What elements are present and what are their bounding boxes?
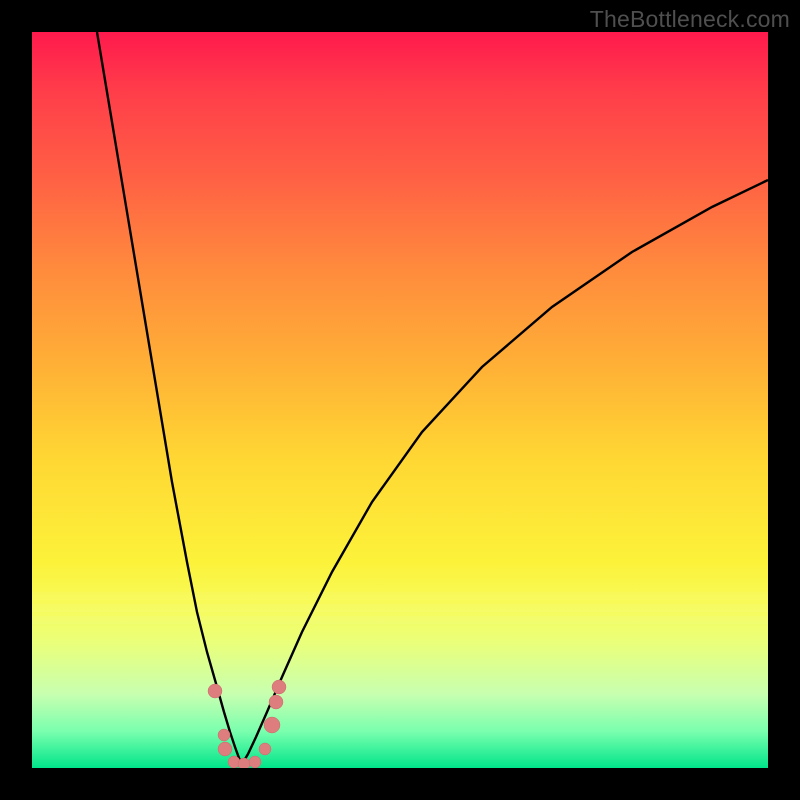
plot-area: [32, 32, 768, 768]
data-marker-2: [218, 742, 232, 756]
data-marker-4: [238, 758, 250, 768]
curve-layer: [32, 32, 768, 768]
outer-frame: TheBottleneck.com: [0, 0, 800, 800]
data-marker-7: [264, 717, 280, 733]
data-marker-5: [249, 756, 261, 768]
left-branch-path: [97, 32, 242, 764]
data-marker-1: [218, 729, 230, 741]
right-branch-path: [242, 180, 768, 764]
watermark-text: TheBottleneck.com: [590, 6, 790, 33]
data-marker-6: [259, 743, 271, 755]
data-marker-0: [208, 684, 222, 698]
data-marker-9: [272, 680, 286, 694]
data-marker-8: [269, 695, 283, 709]
